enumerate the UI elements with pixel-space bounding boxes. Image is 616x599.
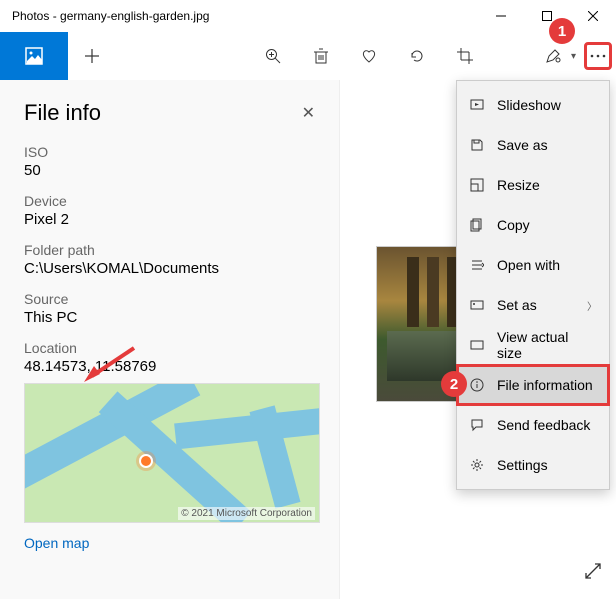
open-map-link[interactable]: Open map (24, 535, 89, 551)
menu-label: Open with (497, 257, 560, 273)
menu-save-as[interactable]: Save as (457, 125, 609, 165)
menu-settings[interactable]: Settings (457, 445, 609, 485)
source-label: Source (24, 291, 315, 307)
actual-size-icon (469, 338, 485, 352)
more-button-highlight: 1 (584, 42, 612, 70)
menu-set-as[interactable]: Set as 〉 (457, 285, 609, 325)
map-copyright: © 2021 Microsoft Corporation (178, 507, 315, 520)
iso-value: 50 (24, 162, 315, 179)
annotation-arrow (82, 344, 138, 384)
crop-button[interactable] (441, 32, 489, 80)
collection-view-button[interactable] (0, 32, 68, 80)
close-button[interactable] (570, 0, 616, 32)
add-button[interactable] (68, 32, 116, 80)
more-menu: Slideshow Save as Resize Copy Open with … (456, 80, 610, 490)
menu-label: Save as (497, 137, 548, 153)
file-info-panel: File info ✕ ISO 50 Device Pixel 2 Folder… (0, 80, 340, 599)
menu-file-information[interactable]: 2 File information (457, 365, 609, 405)
menu-label: Resize (497, 177, 540, 193)
save-icon (469, 138, 485, 152)
feedback-icon (469, 418, 485, 432)
resize-icon (469, 178, 485, 192)
favorite-button[interactable] (345, 32, 393, 80)
menu-resize[interactable]: Resize (457, 165, 609, 205)
menu-label: Slideshow (497, 97, 561, 113)
settings-icon (469, 458, 485, 472)
menu-send-feedback[interactable]: Send feedback (457, 405, 609, 445)
chevron-right-icon: 〉 (587, 298, 597, 313)
menu-label: Settings (497, 457, 548, 473)
annotation-badge-1: 1 (549, 18, 575, 44)
menu-label: Copy (497, 217, 530, 233)
location-map[interactable]: © 2021 Microsoft Corporation (24, 383, 320, 523)
fullscreen-button[interactable] (584, 562, 602, 585)
folder-value: C:\Users\KOMAL\Documents (24, 260, 315, 277)
device-label: Device (24, 193, 315, 209)
window-title: Photos - germany-english-garden.jpg (12, 9, 478, 23)
rotate-button[interactable] (393, 32, 441, 80)
set-as-icon (469, 298, 485, 312)
open-with-icon (469, 258, 485, 272)
source-value: This PC (24, 309, 315, 326)
title-bar: Photos - germany-english-garden.jpg (0, 0, 616, 32)
panel-title: File info (24, 100, 302, 126)
copy-icon (469, 218, 485, 232)
annotation-badge-2: 2 (441, 371, 467, 397)
iso-label: ISO (24, 144, 315, 160)
menu-label: Set as (497, 297, 537, 313)
menu-view-actual-size[interactable]: View actual size (457, 325, 609, 365)
location-value: 48.14573, 11.58769 (24, 358, 315, 375)
folder-label: Folder path (24, 242, 315, 258)
slideshow-icon (469, 98, 485, 112)
location-label: Location (24, 340, 315, 356)
menu-label: Send feedback (497, 417, 590, 433)
window-controls (478, 0, 616, 32)
device-value: Pixel 2 (24, 211, 315, 228)
delete-button[interactable] (297, 32, 345, 80)
menu-open-with[interactable]: Open with (457, 245, 609, 285)
panel-close-button[interactable]: ✕ (302, 103, 315, 123)
more-button[interactable] (588, 46, 608, 66)
menu-label: View actual size (497, 329, 597, 361)
menu-copy[interactable]: Copy (457, 205, 609, 245)
info-icon (469, 378, 485, 392)
chevron-down-icon[interactable]: ▾ (571, 51, 584, 62)
zoom-button[interactable] (249, 32, 297, 80)
toolbar: ▾ 1 (0, 32, 616, 80)
menu-label: File information (497, 377, 593, 393)
map-pin-icon (139, 454, 153, 468)
minimize-button[interactable] (478, 0, 524, 32)
menu-slideshow[interactable]: Slideshow (457, 85, 609, 125)
